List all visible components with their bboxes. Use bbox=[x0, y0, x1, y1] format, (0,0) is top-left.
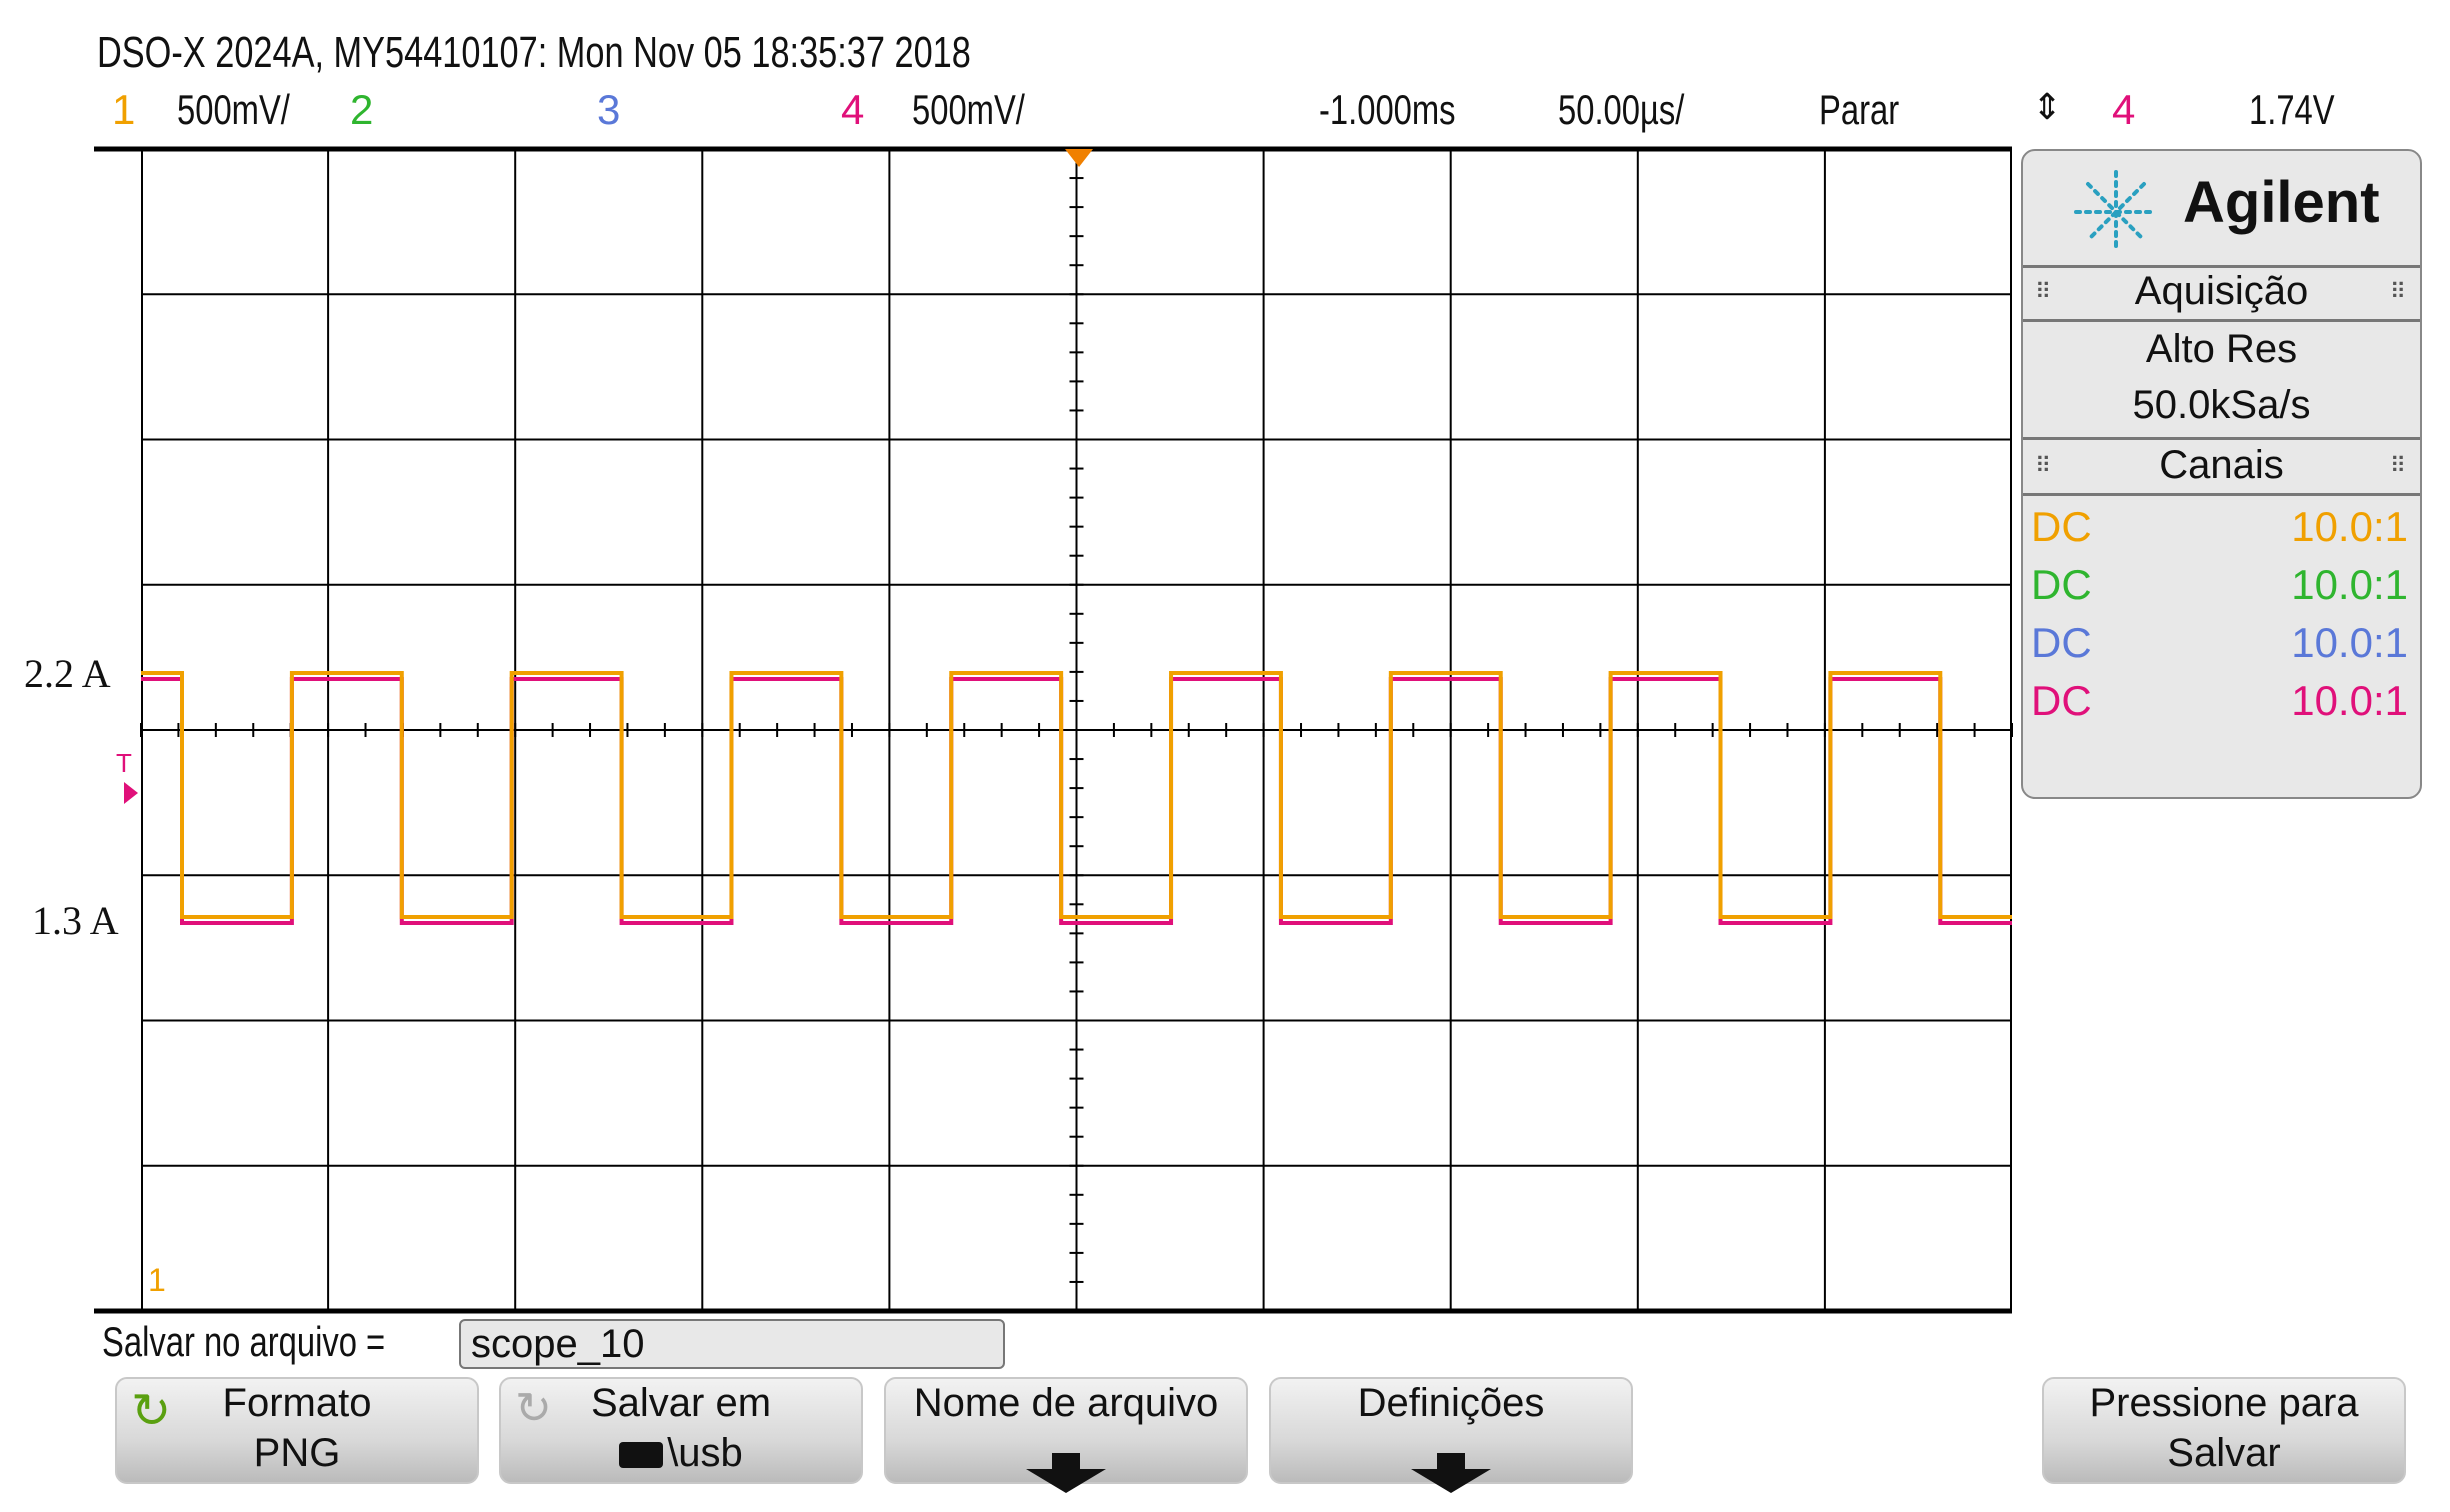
sample-rate: 50.0kSa/s bbox=[2132, 383, 2311, 427]
softkey-label: Pressione para bbox=[2089, 1381, 2359, 1425]
softkey-label: Definições bbox=[1357, 1381, 1545, 1425]
save-file-label: Salvar no arquivo = bbox=[102, 1318, 386, 1365]
arrow-down-icon bbox=[1026, 1453, 1106, 1493]
softkey-label: Salvar em bbox=[590, 1381, 772, 1425]
channel-4-info: DC 10.0:1 bbox=[2031, 677, 2408, 724]
press-to-save-softkey[interactable]: Pressione para Salvar bbox=[2042, 1377, 2406, 1484]
brand-name: Agilent bbox=[2183, 170, 2380, 235]
channel-3-info: DC 10.0:1 bbox=[2031, 619, 2408, 666]
info-panel: Agilent ⠿ ⠿ Aquisição Alto Res 50.0kSa/s… bbox=[2021, 149, 2422, 799]
filename-input[interactable]: scope_10 bbox=[459, 1319, 1005, 1369]
trigger-arrow-icon bbox=[124, 782, 138, 804]
usb-drive-icon bbox=[619, 1442, 664, 1469]
softkey-value: \usb bbox=[501, 1431, 861, 1476]
softkey-value: PNG bbox=[253, 1431, 341, 1475]
y-label-low: 1.3 A bbox=[32, 898, 119, 943]
settings-softkey[interactable]: Definições bbox=[1269, 1377, 1633, 1493]
softkey-value: Salvar bbox=[2167, 1431, 2281, 1475]
acquisition-title: Aquisição bbox=[2134, 269, 2309, 313]
agilent-logo-icon bbox=[2073, 169, 2159, 255]
arrow-down-icon bbox=[1411, 1453, 1491, 1493]
format-softkey[interactable]: ↻ Formato PNG bbox=[115, 1377, 479, 1484]
softkey-label: Formato bbox=[222, 1381, 372, 1425]
y-label-high: 2.2 A bbox=[24, 651, 111, 696]
save-to-softkey[interactable]: ↻ Salvar em \usb bbox=[499, 1377, 863, 1484]
trigger-position-icon bbox=[1065, 149, 1093, 167]
channel-2-info: DC 10.0:1 bbox=[2031, 561, 2408, 608]
softkey-label: Nome de arquivo bbox=[913, 1381, 1219, 1425]
trigger-level-marker: T bbox=[116, 748, 132, 778]
filename-softkey[interactable]: Nome de arquivo bbox=[884, 1377, 1248, 1493]
ground-marker: 1 bbox=[148, 1262, 166, 1298]
acquisition-mode: Alto Res bbox=[2145, 327, 2298, 371]
channel-1-info: DC 10.0:1 bbox=[2031, 503, 2408, 550]
channels-title: Canais bbox=[2159, 443, 2284, 487]
